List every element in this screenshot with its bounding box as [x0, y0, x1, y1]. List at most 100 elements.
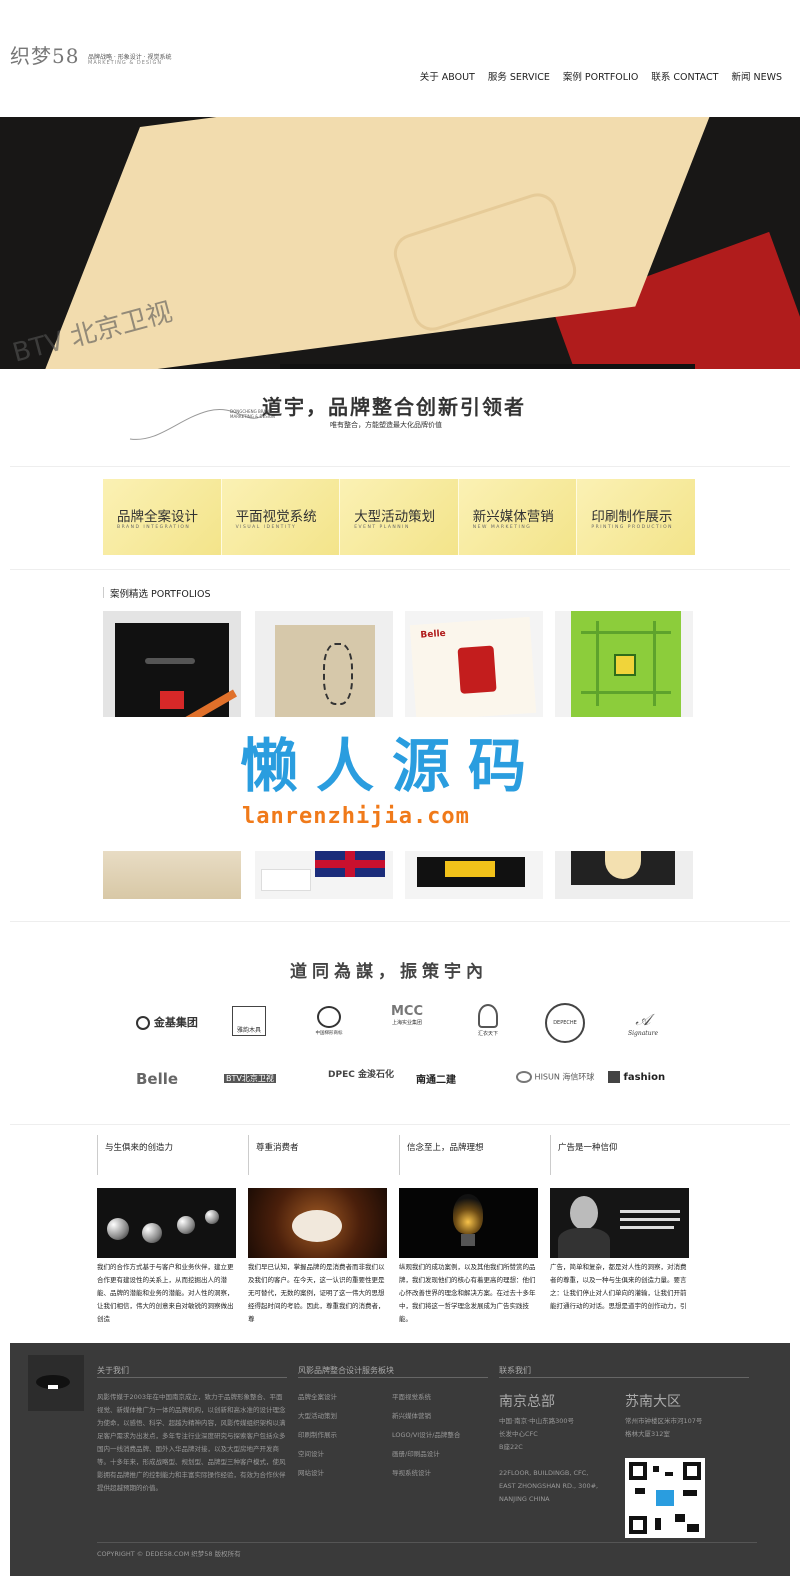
philosophy-image-spheres[interactable]: [97, 1188, 236, 1258]
client-name: Signature: [627, 1030, 658, 1037]
huiyi-icon: [478, 1004, 498, 1028]
site-footer: 关于我们 风影传媒于2003年在中国南京成立，致力于品牌形象整合、平面视觉、新媒…: [10, 1343, 790, 1576]
slogan-title: 道宇，品牌整合创新引领者: [262, 395, 526, 419]
footer-service-link[interactable]: 新兴媒体营销: [392, 1410, 431, 1420]
client-logo-jinji: 金基集团: [136, 1014, 198, 1030]
qr-center-logo: [656, 1490, 674, 1506]
business-card-graphic: [261, 869, 311, 891]
address-spacer: [499, 1454, 598, 1467]
slogan-subtitle: 唯有整合，方能塑造最大化品牌价值: [330, 421, 442, 429]
client-logo-dpec: DPEC 金浚石化: [328, 1070, 394, 1080]
site-logo[interactable]: 织梦58 品牌战略 · 形象设计 · 视觉系统 MARKETING & DESI…: [10, 40, 190, 70]
column-rule: [399, 1135, 400, 1175]
bulb-graphic: [453, 1194, 483, 1234]
hero-banner[interactable]: BTV 北京卫视: [0, 117, 800, 369]
text-line-graphic: [620, 1210, 680, 1213]
nav-about[interactable]: 关于 ABOUT: [420, 69, 475, 83]
nav-portfolio[interactable]: 案例 PORTFOLIO: [563, 69, 638, 83]
portfolio-heading: 案例精选 PORTFOLIOS: [102, 586, 210, 600]
column-rule: [248, 1135, 249, 1175]
footer-service-link[interactable]: 大型活动策划: [298, 1410, 337, 1420]
portfolio-item-spring[interactable]: [255, 611, 393, 717]
qr-module: [683, 1490, 697, 1496]
main-nav: 关于 ABOUT 服务 SERVICE 案例 PORTFOLIO 联系 CONT…: [420, 69, 782, 83]
footer-rule: [97, 1377, 287, 1378]
footer-service-link[interactable]: LOGO/VI设计/品牌整合: [392, 1429, 460, 1439]
service-printing[interactable]: 印刷制作展示 PRINTING PRODUCTION: [577, 479, 695, 555]
qr-finder: [629, 1516, 647, 1534]
slogan-section: DONGCHENG BRAND MARKETING & DESIGN 道宇，品牌…: [0, 369, 800, 466]
divider: [10, 921, 790, 922]
qr-module: [675, 1514, 685, 1522]
client-name: 汇衣天下: [477, 1031, 498, 1037]
portfolio-item-times[interactable]: [405, 851, 543, 899]
nav-contact[interactable]: 联系 CONTACT: [651, 69, 718, 83]
qr-code-icon: [625, 1458, 705, 1538]
philosophy-image-candle[interactable]: [248, 1188, 387, 1258]
client-name: 金基集团: [153, 1016, 198, 1029]
footer-service-link[interactable]: 网站设计: [298, 1467, 324, 1477]
chip-graphic: [614, 654, 636, 676]
portfolio-item-belle[interactable]: Belle: [405, 611, 543, 717]
service-subtitle: EVENT PLANNIN: [354, 525, 410, 530]
client-logo-hisun: HISUN 海信环球: [516, 1071, 594, 1083]
footer-branch-city: 苏南大区: [625, 1394, 681, 1410]
footer-service-link[interactable]: 画册/印刷品设计: [392, 1448, 440, 1458]
red-tag-graphic: [160, 691, 184, 709]
philosophy-image-bulb[interactable]: [399, 1188, 538, 1258]
footer-service-link[interactable]: 印刷制作展示: [298, 1429, 337, 1439]
philosophy-title: 与生俱来的创造力: [105, 1143, 174, 1153]
yellow-label-graphic: [445, 861, 495, 877]
address-line: EAST ZHONGSHAN RD., 300#,: [499, 1482, 599, 1490]
footer-service-link[interactable]: 平面视觉系统: [392, 1391, 431, 1401]
sphere-graphic: [107, 1218, 129, 1240]
portfolio-item-wood[interactable]: [103, 851, 241, 899]
service-new-marketing[interactable]: 新兴媒体营销 NEW MARKETING: [458, 479, 578, 555]
footer-service-link[interactable]: 空间设计: [298, 1448, 324, 1458]
nav-service[interactable]: 服务 SERVICE: [488, 69, 550, 83]
philosophy-text: 纵观我们的成功案例，以及其他我们所赞赏的品牌，我们发现他们的核心有着更高的理想：…: [399, 1263, 536, 1323]
client-logo-signature: 𝒜 Signature: [625, 1010, 661, 1037]
philosophy-title: 信念至上，品牌理想: [407, 1143, 484, 1153]
hisun-icon: [516, 1071, 532, 1083]
union-flag-graphic: [315, 851, 385, 877]
portfolio-image: [115, 623, 237, 717]
address-line: B座22C: [499, 1443, 523, 1451]
portfolio-item-circuit[interactable]: [555, 611, 693, 717]
footer-logo[interactable]: [28, 1355, 84, 1411]
car-graphic: [145, 658, 195, 664]
footer-copyright: COPYRIGHT © DEDE58.COM 织梦58 版权所有: [97, 1550, 241, 1558]
client-name: 雅韵木具: [236, 1027, 261, 1034]
footer-service-link[interactable]: 品牌全案设计: [298, 1391, 337, 1401]
address-line: NANJING CHINA: [499, 1495, 550, 1503]
logo-mark: 织梦58: [10, 44, 80, 68]
client-logo-fashion: fashion: [608, 1071, 665, 1083]
client-name: BTV北京卫视: [224, 1074, 276, 1083]
portfolio-item-plate[interactable]: [555, 851, 693, 899]
qr-module: [655, 1518, 661, 1530]
footer-branch-address: 常州市钟楼区米市河107号 格林大厦312室: [625, 1415, 702, 1441]
service-subtitle: VISUAL IDENTITY: [235, 525, 297, 530]
sphere-graphic: [142, 1223, 162, 1243]
column-rule: [550, 1135, 551, 1175]
portfolio-image: [275, 625, 375, 717]
sh-industrial-icon: MCC: [390, 1004, 424, 1019]
divider: [10, 466, 790, 467]
portfolio-item-car[interactable]: [103, 611, 241, 717]
service-title: 平面视觉系统: [235, 509, 317, 525]
services-strip: 品牌全案设计 BRAND INTEGRATION 平面视觉系统 VISUAL I…: [103, 479, 695, 555]
client-logo-trapezoid: 中国梯形商标: [307, 1006, 351, 1036]
address-line: 格林大厦312室: [625, 1430, 670, 1438]
philosophy-image-portrait[interactable]: [550, 1188, 689, 1258]
client-logo-huiyi: 汇衣天下: [470, 1004, 506, 1037]
footer-about-title: 关于我们: [97, 1366, 129, 1375]
nav-news[interactable]: 新闻 NEWS: [731, 69, 782, 83]
service-brand-integration[interactable]: 品牌全案设计 BRAND INTEGRATION: [103, 479, 222, 555]
service-visual-identity[interactable]: 平面视觉系统 VISUAL IDENTITY: [221, 479, 341, 555]
footer-service-link[interactable]: 导视系统设计: [392, 1467, 431, 1477]
text-line-graphic: [620, 1218, 680, 1221]
site-header: 织梦58 品牌战略 · 形象设计 · 视觉系统 MARKETING & DESI…: [0, 0, 800, 117]
portfolio-item-flag[interactable]: [255, 851, 393, 899]
service-event-planning[interactable]: 大型活动策划 EVENT PLANNIN: [340, 479, 459, 555]
client-name: DEPECHE: [553, 1020, 577, 1026]
